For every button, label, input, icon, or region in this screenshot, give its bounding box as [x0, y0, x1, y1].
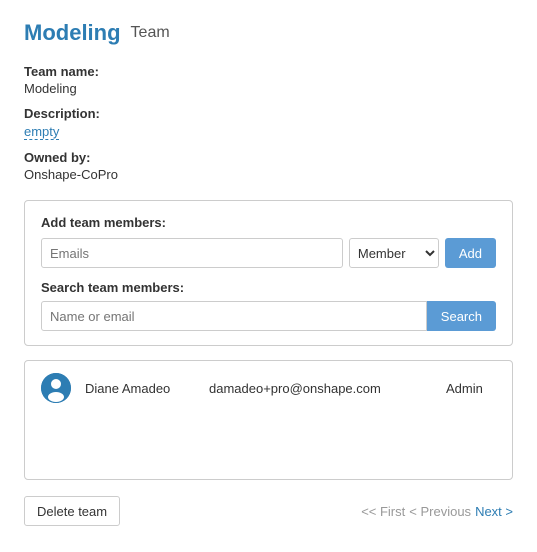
- search-button[interactable]: Search: [427, 301, 496, 331]
- description-value[interactable]: empty: [24, 124, 59, 140]
- add-members-section: Add team members: Member Admin Add Searc…: [24, 200, 513, 346]
- role-select[interactable]: Member Admin: [349, 238, 439, 268]
- pagination: << First < Previous Next >: [361, 504, 513, 519]
- search-members-row: Search: [41, 301, 496, 331]
- page-subtitle: Team: [131, 24, 170, 42]
- next-page-link[interactable]: Next >: [475, 504, 513, 519]
- description-label: Description:: [24, 106, 513, 121]
- member-email: damadeo+pro@onshape.com: [209, 381, 432, 396]
- page-title: Modeling: [24, 20, 121, 46]
- add-members-label: Add team members:: [41, 215, 496, 230]
- user-icon: [41, 373, 71, 403]
- page-header: Modeling Team: [24, 20, 513, 46]
- owned-by-label: Owned by:: [24, 150, 513, 165]
- avatar: [41, 373, 71, 403]
- description-block: Description: empty: [24, 106, 513, 140]
- search-members-label: Search team members:: [41, 280, 496, 295]
- delete-team-button[interactable]: Delete team: [24, 496, 120, 526]
- table-row: Diane Amadeo damadeo+pro@onshape.com Adm…: [25, 361, 512, 415]
- previous-page-link[interactable]: < Previous: [409, 504, 471, 519]
- add-members-row: Member Admin Add: [41, 238, 496, 268]
- footer: Delete team << First < Previous Next >: [24, 496, 513, 526]
- owned-by-block: Owned by: Onshape-CoPro: [24, 150, 513, 182]
- add-button[interactable]: Add: [445, 238, 496, 268]
- emails-input[interactable]: [41, 238, 343, 268]
- search-input[interactable]: [41, 301, 427, 331]
- team-name-value: Modeling: [24, 81, 513, 96]
- owned-by-value: Onshape-CoPro: [24, 167, 513, 182]
- members-table: Diane Amadeo damadeo+pro@onshape.com Adm…: [24, 360, 513, 480]
- member-name: Diane Amadeo: [85, 381, 195, 396]
- first-page-link[interactable]: << First: [361, 504, 405, 519]
- member-role: Admin: [446, 381, 496, 396]
- team-name-label: Team name:: [24, 64, 513, 79]
- team-name-block: Team name: Modeling: [24, 64, 513, 96]
